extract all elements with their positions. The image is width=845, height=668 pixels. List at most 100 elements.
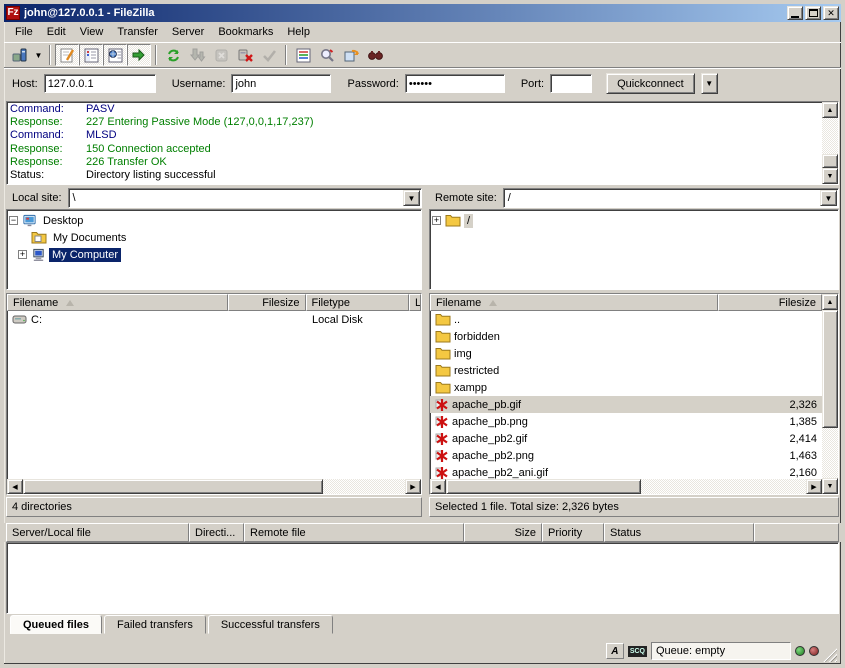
compare-icon: [319, 47, 336, 64]
scroll-right-icon[interactable]: ▶: [405, 479, 421, 494]
local-site-combo[interactable]: \ ▼: [68, 188, 422, 208]
remote-row[interactable]: img: [430, 345, 822, 362]
port-label: Port:: [521, 78, 544, 90]
scroll-left-icon[interactable]: ◀: [430, 479, 446, 494]
scrollbar-thumb[interactable]: [822, 310, 838, 428]
image-file-icon: [435, 432, 449, 446]
scroll-up-icon[interactable]: ▲: [822, 294, 838, 310]
synchronized-browsing-button[interactable]: [339, 44, 363, 66]
quickconnect-button[interactable]: Quickconnect: [606, 73, 695, 94]
expand-icon[interactable]: +: [18, 250, 27, 259]
remote-row[interactable]: apache_pb.png1,385: [430, 413, 822, 430]
remote-row[interactable]: apache_pb2.gif2,414: [430, 430, 822, 447]
menu-view[interactable]: View: [73, 24, 111, 40]
username-input[interactable]: [231, 74, 331, 93]
speed-limit-indicator[interactable]: SCQ: [628, 646, 647, 657]
column-filetype[interactable]: Filetype: [306, 294, 410, 311]
close-button[interactable]: ✕: [823, 6, 839, 20]
scroll-down-icon[interactable]: ▼: [822, 478, 838, 494]
tab-failed-transfers[interactable]: Failed transfers: [104, 615, 206, 634]
toggle-log-button[interactable]: [55, 44, 79, 66]
cancel-operation-button[interactable]: [209, 44, 233, 66]
transfer-type-indicator[interactable]: A: [606, 643, 624, 659]
menu-bookmarks[interactable]: Bookmarks: [211, 24, 280, 40]
scroll-left-icon[interactable]: ◀: [7, 479, 23, 494]
menu-file[interactable]: File: [8, 24, 40, 40]
column-filename[interactable]: Filename: [430, 294, 718, 311]
local-tree-icon: [83, 47, 100, 64]
vertical-splitter[interactable]: [422, 187, 429, 290]
menu-transfer[interactable]: Transfer: [110, 24, 165, 40]
toggle-queue-button[interactable]: [127, 44, 151, 66]
site-manager-dropdown[interactable]: ▼: [32, 44, 45, 66]
process-queue-button[interactable]: [185, 44, 209, 66]
menu-help[interactable]: Help: [280, 24, 317, 40]
resize-grip[interactable]: [823, 648, 837, 662]
local-tree[interactable]: − Desktop My Documents + My Computer: [6, 209, 422, 290]
remote-row[interactable]: ..: [430, 311, 822, 328]
remote-row[interactable]: xampp: [430, 379, 822, 396]
password-input[interactable]: [405, 74, 505, 93]
minimize-button[interactable]: [787, 6, 803, 20]
port-input[interactable]: [550, 74, 592, 93]
scroll-down-icon[interactable]: ▼: [822, 168, 838, 184]
column-status[interactable]: Status: [604, 523, 754, 542]
remote-row[interactable]: apache_pb2_ani.gif2,160: [430, 464, 822, 479]
remote-hscrollbar[interactable]: ◀ ▶: [430, 479, 822, 494]
tree-node-root[interactable]: + /: [432, 212, 836, 229]
remote-vscrollbar[interactable]: ▲ ▼: [822, 294, 838, 494]
remote-tree-icon: [107, 47, 124, 64]
tab-successful-transfers[interactable]: Successful transfers: [208, 615, 333, 634]
filter-button[interactable]: [291, 44, 315, 66]
maximize-button[interactable]: [805, 6, 821, 20]
toggle-local-tree-button[interactable]: [79, 44, 103, 66]
remote-row[interactable]: forbidden: [430, 328, 822, 345]
disconnect-button[interactable]: [233, 44, 257, 66]
reconnect-button[interactable]: [257, 44, 281, 66]
site-manager-button[interactable]: [8, 44, 32, 66]
local-row-c-drive[interactable]: C: Local Disk: [7, 311, 421, 328]
column-last-modified[interactable]: L: [409, 294, 421, 311]
column-filesize[interactable]: Filesize: [228, 294, 306, 311]
host-input[interactable]: [44, 74, 156, 93]
column-server-local-file[interactable]: Server/Local file: [6, 523, 189, 542]
find-files-button[interactable]: [363, 44, 387, 66]
collapse-icon[interactable]: −: [9, 216, 18, 225]
remote-tree[interactable]: + /: [429, 209, 839, 290]
remote-row-selected[interactable]: apache_pb.gif2,326: [430, 396, 822, 413]
tree-node-my-computer[interactable]: + My Computer: [9, 246, 419, 263]
column-priority[interactable]: Priority: [542, 523, 604, 542]
scrollbar-thumb[interactable]: [23, 479, 323, 494]
scroll-right-icon[interactable]: ▶: [806, 479, 822, 494]
column-filename[interactable]: Filename: [7, 294, 228, 311]
refresh-button[interactable]: [161, 44, 185, 66]
scroll-up-icon[interactable]: ▲: [822, 102, 838, 118]
quickconnect-dropdown[interactable]: ▼: [701, 73, 718, 94]
column-size[interactable]: Size: [464, 523, 542, 542]
toggle-remote-tree-button[interactable]: [103, 44, 127, 66]
remote-site-combo[interactable]: / ▼: [503, 188, 839, 208]
log-scrollbar[interactable]: ▲ ▼: [822, 102, 838, 184]
column-direction[interactable]: Directi...: [189, 523, 244, 542]
menu-edit[interactable]: Edit: [40, 24, 73, 40]
local-list-body[interactable]: C: Local Disk: [7, 311, 421, 479]
remote-row[interactable]: apache_pb2.png1,463: [430, 447, 822, 464]
tab-queued-files[interactable]: Queued files: [10, 615, 102, 634]
tree-node-desktop[interactable]: − Desktop: [9, 212, 419, 229]
column-filesize[interactable]: Filesize: [718, 294, 822, 311]
scrollbar-thumb[interactable]: [446, 479, 641, 494]
title-bar[interactable]: Fz john@127.0.0.1 - FileZilla ✕: [4, 4, 841, 22]
scrollbar-thumb[interactable]: [822, 154, 838, 168]
queue-list[interactable]: [6, 542, 839, 614]
directory-comparison-button[interactable]: [315, 44, 339, 66]
remote-list-body[interactable]: .. forbidden img restricted xampp apache…: [430, 311, 822, 479]
expand-icon[interactable]: +: [432, 216, 441, 225]
remote-row[interactable]: restricted: [430, 362, 822, 379]
vertical-splitter[interactable]: [422, 293, 429, 517]
menu-server[interactable]: Server: [165, 24, 211, 40]
column-remote-file[interactable]: Remote file: [244, 523, 464, 542]
local-hscrollbar[interactable]: ◀ ▶: [7, 479, 421, 494]
combo-dropdown-icon[interactable]: ▼: [820, 190, 837, 206]
tree-node-my-documents[interactable]: My Documents: [9, 229, 419, 246]
combo-dropdown-icon[interactable]: ▼: [403, 190, 420, 206]
